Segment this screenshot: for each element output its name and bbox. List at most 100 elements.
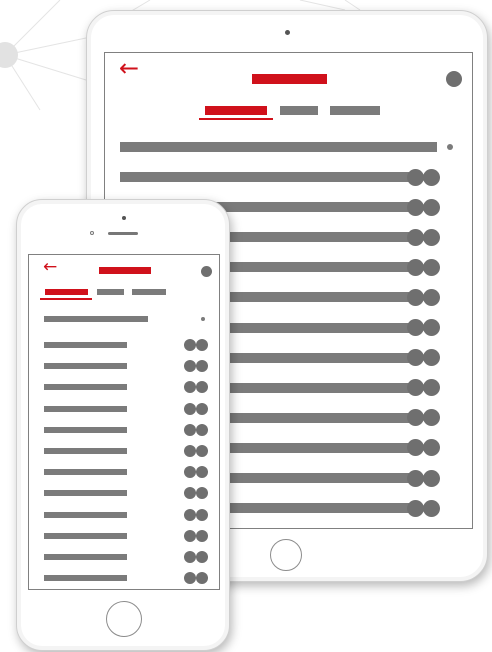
row-action-dot-icon[interactable] <box>184 445 196 457</box>
list-row[interactable] <box>29 508 219 521</box>
active-tab-underline <box>40 298 92 300</box>
row-action-dot-icon[interactable] <box>407 319 424 336</box>
row-label-placeholder <box>44 554 127 560</box>
row-label-placeholder <box>44 342 127 348</box>
row-action-dot-icon[interactable] <box>196 551 208 563</box>
section-more-dot-icon[interactable] <box>201 317 205 321</box>
row-action-dot-icon[interactable] <box>423 288 440 306</box>
row-label-placeholder <box>44 469 127 476</box>
row-action-dot-icon[interactable] <box>423 469 440 487</box>
back-arrow-icon[interactable]: ← <box>43 259 57 276</box>
back-arrow-icon[interactable]: ← <box>119 56 139 80</box>
list-row[interactable] <box>29 339 219 351</box>
row-action-dot-icon[interactable] <box>196 508 208 521</box>
row-action-dot-icon[interactable] <box>184 339 196 351</box>
row-action-dot-icon[interactable] <box>423 349 440 367</box>
row-action-dot-icon[interactable] <box>184 423 196 436</box>
list-row[interactable] <box>29 572 219 585</box>
row-action-dot-icon[interactable] <box>196 466 208 479</box>
row-action-dot-icon[interactable] <box>196 487 208 500</box>
tablet-camera <box>285 30 290 35</box>
list-row[interactable] <box>29 402 219 415</box>
row-action-dot-icon[interactable] <box>423 319 440 336</box>
phone-speaker <box>108 232 138 235</box>
tab-2[interactable] <box>280 106 318 115</box>
section-header-placeholder <box>120 142 437 152</box>
row-action-dot-icon[interactable] <box>407 379 424 397</box>
list-row[interactable] <box>29 529 219 542</box>
list-row[interactable] <box>29 360 219 373</box>
row-action-dot-icon[interactable] <box>196 572 208 585</box>
row-action-dot-icon[interactable] <box>407 439 424 457</box>
tablet-home-button[interactable] <box>270 539 302 571</box>
avatar-icon[interactable] <box>201 266 212 277</box>
row-action-dot-icon[interactable] <box>407 198 424 216</box>
row-action-dot-icon[interactable] <box>184 529 196 542</box>
tab-3[interactable] <box>330 106 380 115</box>
row-action-dot-icon[interactable] <box>196 360 208 373</box>
row-action-dot-icon[interactable] <box>184 487 196 500</box>
row-action-dot-icon[interactable] <box>196 423 208 436</box>
row-action-dot-icon[interactable] <box>184 508 196 521</box>
row-action-dot-icon[interactable] <box>407 288 424 306</box>
phone-device: ← <box>16 199 230 651</box>
row-action-dot-icon[interactable] <box>423 379 440 397</box>
phone-home-button[interactable] <box>106 601 142 637</box>
row-label-placeholder <box>120 172 412 182</box>
list-row[interactable] <box>29 551 219 563</box>
tab-3[interactable] <box>132 289 166 295</box>
row-action-dot-icon[interactable] <box>184 381 196 394</box>
row-action-dot-icon[interactable] <box>407 168 424 186</box>
row-label-placeholder <box>44 384 127 391</box>
row-label-placeholder <box>44 426 127 433</box>
row-action-dot-icon[interactable] <box>407 469 424 487</box>
page-title-placeholder <box>252 74 327 84</box>
row-action-dot-icon[interactable] <box>196 402 208 415</box>
network-node <box>0 42 18 68</box>
list-row[interactable] <box>29 487 219 500</box>
row-action-dot-icon[interactable] <box>184 572 196 585</box>
row-label-placeholder <box>44 448 127 454</box>
row-action-dot-icon[interactable] <box>423 499 440 517</box>
row-label-placeholder <box>44 405 127 412</box>
row-action-dot-icon[interactable] <box>407 499 424 517</box>
row-action-dot-icon[interactable] <box>423 439 440 457</box>
list-row[interactable] <box>29 466 219 479</box>
row-label-placeholder <box>44 363 127 370</box>
row-action-dot-icon[interactable] <box>196 339 208 351</box>
tab-1[interactable] <box>45 289 88 295</box>
row-action-dot-icon[interactable] <box>407 228 424 246</box>
page-title-placeholder <box>99 267 151 274</box>
row-label-placeholder <box>44 511 127 518</box>
row-label-placeholder <box>44 490 127 497</box>
row-action-dot-icon[interactable] <box>196 381 208 394</box>
tab-2[interactable] <box>97 289 124 295</box>
row-action-dot-icon[interactable] <box>184 466 196 479</box>
row-action-dot-icon[interactable] <box>407 258 424 276</box>
row-action-dot-icon[interactable] <box>407 349 424 367</box>
row-label-placeholder <box>44 575 127 582</box>
row-action-dot-icon[interactable] <box>423 198 440 216</box>
list-row[interactable] <box>105 168 472 186</box>
list-row[interactable] <box>29 381 219 394</box>
row-action-dot-icon[interactable] <box>196 529 208 542</box>
row-action-dot-icon[interactable] <box>184 551 196 563</box>
list-row[interactable] <box>29 423 219 436</box>
phone-camera <box>122 216 126 220</box>
list-row[interactable] <box>29 445 219 457</box>
section-header-placeholder <box>44 316 148 322</box>
phone-screen: ← <box>28 254 220 590</box>
row-action-dot-icon[interactable] <box>196 445 208 457</box>
row-action-dot-icon[interactable] <box>184 402 196 415</box>
phone-sensor <box>90 231 94 235</box>
row-action-dot-icon[interactable] <box>423 228 440 246</box>
active-tab-underline <box>199 118 273 120</box>
row-action-dot-icon[interactable] <box>423 168 440 186</box>
row-action-dot-icon[interactable] <box>423 258 440 276</box>
row-action-dot-icon[interactable] <box>407 409 424 427</box>
section-more-dot-icon[interactable] <box>447 144 453 150</box>
tab-1[interactable] <box>205 106 267 115</box>
row-action-dot-icon[interactable] <box>423 409 440 427</box>
row-action-dot-icon[interactable] <box>184 360 196 373</box>
avatar-icon[interactable] <box>446 71 462 87</box>
